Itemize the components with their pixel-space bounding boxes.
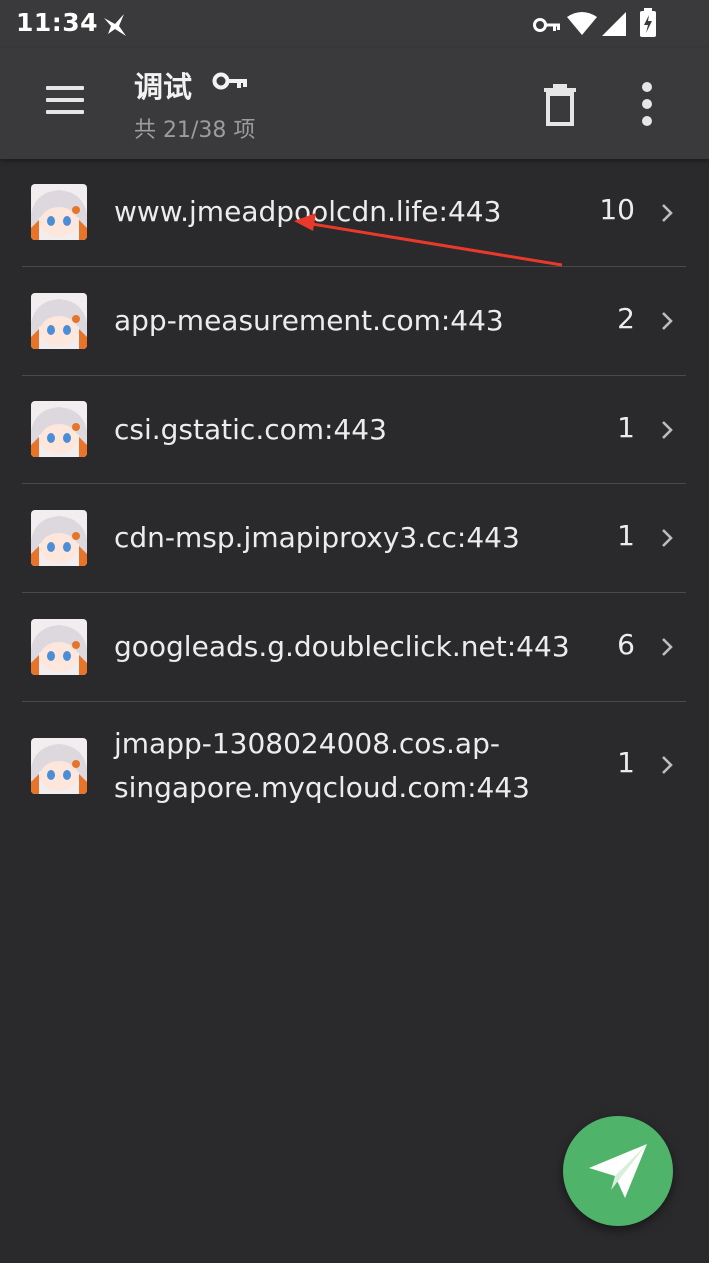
hamburger-menu-icon <box>46 86 84 90</box>
list-item[interactable]: www.jmeadpoolcdn.life:443 10 <box>0 159 709 267</box>
app-toolbar: 调试 共 21/38 项 <box>0 48 709 159</box>
request-count: 1 <box>617 746 635 779</box>
anime-avatar-icon <box>31 184 87 240</box>
menu-button[interactable] <box>46 86 86 116</box>
delete-button[interactable] <box>542 84 578 126</box>
chevron-right-icon <box>662 312 673 330</box>
status-bar: 11:34 <box>0 0 709 48</box>
send-fab-button[interactable] <box>563 1116 673 1226</box>
item-count: 共 21/38 项 <box>134 118 256 143</box>
host-name-line-2: singapore.myqcloud.com:443 <box>114 771 530 804</box>
status-time: 11:34 <box>16 8 99 37</box>
chevron-right-icon <box>662 756 673 774</box>
title-block: 调试 共 21/38 项 <box>134 64 255 144</box>
cell-signal-icon <box>602 12 626 36</box>
request-count: 10 <box>599 193 635 226</box>
host-name: app-measurement.com:443 <box>114 304 504 337</box>
chevron-right-icon <box>662 638 673 656</box>
request-count: 1 <box>617 411 635 444</box>
chevron-right-icon <box>662 204 673 222</box>
request-count: 6 <box>617 628 635 661</box>
vpn-key-icon <box>533 18 560 32</box>
request-count: 1 <box>617 519 635 552</box>
more-vertical-icon <box>642 82 652 92</box>
anime-avatar-icon <box>31 401 87 457</box>
host-list: www.jmeadpoolcdn.life:443 10 app-measure… <box>0 159 709 830</box>
host-name: cdn-msp.jmapiproxy3.cc:443 <box>114 521 520 554</box>
anime-avatar-icon <box>31 293 87 349</box>
page-title: 调试 <box>134 70 193 104</box>
list-item[interactable]: csi.gstatic.com:443 1 <box>0 376 709 484</box>
anime-avatar-icon <box>31 738 87 794</box>
bird-icon <box>104 14 126 36</box>
chevron-right-icon <box>662 421 673 439</box>
list-item[interactable]: cdn-msp.jmapiproxy3.cc:443 1 <box>0 484 709 593</box>
host-name: googleads.g.doubleclick.net:443 <box>114 630 570 663</box>
list-item[interactable]: app-measurement.com:443 2 <box>0 267 709 376</box>
host-name-line-1: jmapp-1308024008.cos.ap- <box>114 727 500 760</box>
anime-avatar-icon <box>31 510 87 566</box>
trash-icon <box>544 84 576 126</box>
chevron-right-icon <box>662 529 673 547</box>
key-icon <box>212 72 247 90</box>
wifi-icon <box>567 12 597 35</box>
host-name: csi.gstatic.com:443 <box>114 413 387 446</box>
host-name: www.jmeadpoolcdn.life:443 <box>114 195 502 228</box>
send-icon <box>589 1144 647 1198</box>
battery-charging-icon <box>640 8 656 37</box>
list-item[interactable]: jmapp-1308024008.cos.ap- singapore.myqcl… <box>0 702 709 830</box>
more-options-button[interactable] <box>636 82 658 126</box>
anime-avatar-icon <box>31 619 87 675</box>
list-item[interactable]: googleads.g.doubleclick.net:443 6 <box>0 593 709 702</box>
request-count: 2 <box>617 302 635 335</box>
